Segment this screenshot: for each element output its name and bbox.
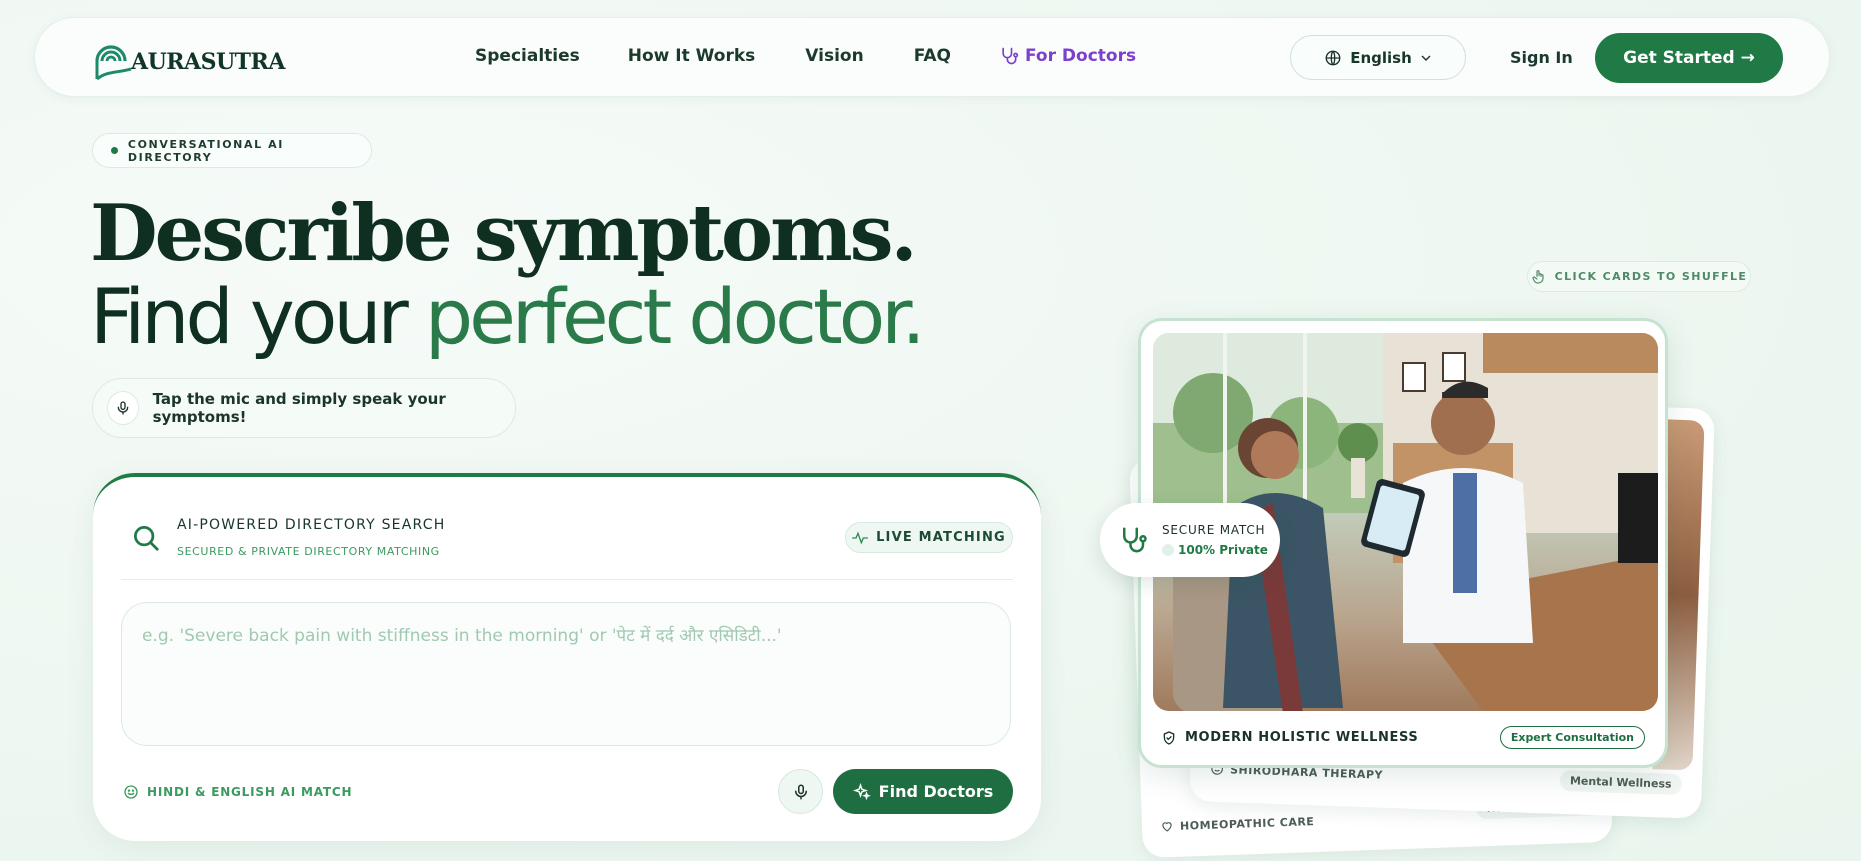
nav-link-vision[interactable]: Vision [805, 46, 863, 66]
nav-links: Specialties How It Works Vision FAQ For … [475, 46, 1136, 66]
search-card-title: AI-POWERED DIRECTORY SEARCH [177, 517, 446, 533]
shuffle-hint-badge: CLICK CARDS TO SHUFFLE [1527, 261, 1751, 292]
sparkle-icon [852, 782, 871, 800]
front-card-footer: MODERN HOLISTIC WELLNESS Expert Consulta… [1161, 726, 1645, 749]
mic-hint-text: Tap the mic and simply speak your sympto… [152, 390, 446, 426]
search-card: AI-POWERED DIRECTORY SEARCH SECURED & PR… [93, 473, 1041, 841]
secure-match-badge: SECURE MATCH 100% Private [1100, 503, 1280, 577]
chevron-down-icon [1421, 55, 1431, 61]
hero-eyebrow-badge: CONVERSATIONAL AI DIRECTORY [92, 133, 372, 168]
status-dot-icon [1162, 544, 1174, 556]
eyebrow-label: CONVERSATIONAL AI DIRECTORY [127, 137, 284, 164]
status-dot-icon [111, 147, 118, 154]
back2-label-text: HOMEOPATHIC CARE [1179, 814, 1315, 833]
shuffle-hint-label: CLICK CARDS TO SHUFFLE [1554, 270, 1748, 283]
smile-icon [124, 785, 138, 799]
headline-line-2-accent: perfect doctor. [424, 272, 926, 361]
pointer-hand-icon [1532, 269, 1544, 284]
language-label: English [1350, 48, 1412, 67]
secure-match-sub-text: 100% Private [1178, 543, 1268, 557]
symptom-input[interactable] [121, 602, 1011, 746]
back2-label: HOMEOPATHIC CARE [1160, 814, 1315, 833]
pulse-icon [852, 531, 869, 544]
heart-icon [1162, 822, 1172, 832]
secure-match-text: SECURE MATCH 100% Private [1162, 523, 1268, 557]
headline-line-2-part-1: Find your [90, 272, 425, 361]
logo[interactable]: AURASUTRA [89, 35, 285, 85]
nav-link-faq[interactable]: FAQ [914, 46, 951, 66]
top-navbar: AURASUTRA Specialties How It Works Visio… [34, 17, 1830, 97]
logo-text: AURASUTRA [131, 49, 285, 75]
nav-link-specialties[interactable]: Specialties [475, 46, 580, 66]
headline-line-1: Describe symptoms. [90, 188, 918, 279]
expert-consultation-tag: Expert Consultation [1499, 726, 1645, 749]
language-selector[interactable]: English [1290, 35, 1466, 80]
globe-icon [1325, 50, 1341, 65]
microphone-icon [117, 401, 129, 415]
shield-check-icon [1163, 730, 1175, 745]
front-label: MODERN HOLISTIC WELLNESS [1161, 730, 1418, 746]
nav-link-for-doctors[interactable]: For Doctors [999, 46, 1136, 66]
find-doctors-button[interactable]: Find Doctors [833, 769, 1013, 814]
search-card-subtitle: SECURED & PRIVATE DIRECTORY MATCHING [177, 545, 440, 558]
sign-in-link[interactable]: Sign In [1510, 48, 1573, 67]
secure-match-title: SECURE MATCH [1162, 523, 1266, 537]
mic-hint-pill: Tap the mic and simply speak your sympto… [92, 378, 516, 438]
mic-hint-icon-wrap [107, 391, 139, 425]
search-icon [131, 523, 161, 557]
aurasutra-logo-icon [89, 35, 137, 85]
live-matching-label: LIVE MATCHING [876, 530, 1006, 545]
live-matching-badge: LIVE MATCHING [845, 522, 1013, 553]
divider [121, 579, 1013, 580]
language-match-label: HINDI & ENGLISH AI MATCH [147, 785, 353, 799]
back1-tag: Mental Wellness [1559, 769, 1682, 796]
front-label-text: MODERN HOLISTIC WELLNESS [1185, 730, 1419, 745]
microphone-icon [794, 784, 807, 799]
find-doctors-label: Find Doctors [878, 782, 994, 801]
get-started-button[interactable]: Get Started → [1595, 33, 1783, 83]
nav-link-how-it-works[interactable]: How It Works [628, 46, 756, 66]
for-doctors-label: For Doctors [1025, 46, 1137, 66]
stethoscope-icon [1002, 47, 1019, 65]
voice-input-button[interactable] [778, 769, 823, 814]
headline-line-2: Find your perfect doctor. [90, 272, 926, 361]
secure-match-sub: 100% Private [1162, 543, 1268, 557]
language-match-note: HINDI & ENGLISH AI MATCH [123, 784, 352, 800]
stethoscope-icon [1123, 527, 1147, 553]
